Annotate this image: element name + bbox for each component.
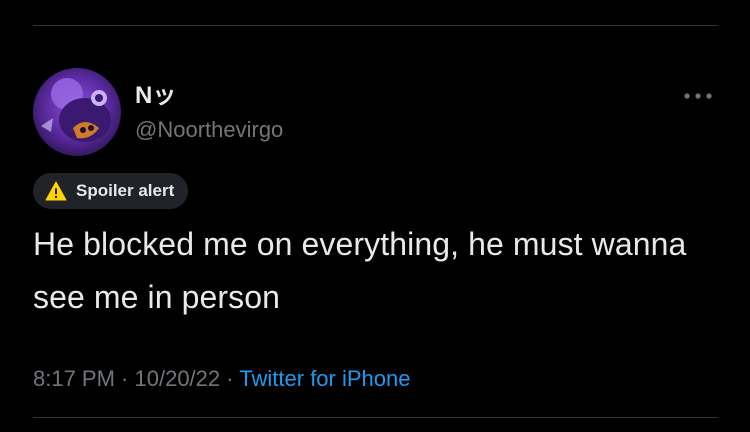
more-options-button[interactable] bbox=[680, 84, 716, 108]
top-divider bbox=[33, 25, 718, 26]
tweet-date[interactable]: 10/20/22 bbox=[135, 366, 221, 391]
tweet-time[interactable]: 8:17 PM bbox=[33, 366, 115, 391]
display-name[interactable]: Nッ bbox=[135, 82, 176, 110]
bottom-divider bbox=[33, 417, 718, 418]
more-horizontal-icon bbox=[684, 93, 712, 99]
spoiler-label: Spoiler alert bbox=[76, 181, 175, 200]
avatar-image bbox=[33, 68, 121, 156]
meta-separator: · bbox=[220, 366, 240, 391]
meta-separator: · bbox=[114, 366, 135, 391]
tweet-text: He blocked me on everything, he must wan… bbox=[33, 226, 687, 315]
warning-triangle-icon bbox=[45, 181, 67, 201]
tweet-source-link[interactable]: Twitter for iPhone bbox=[239, 366, 410, 391]
avatar[interactable] bbox=[33, 68, 121, 156]
user-handle[interactable]: @Noorthevirgo bbox=[135, 116, 283, 144]
tweet-meta: 8:17 PM · 10/20/22 · Twitter for iPhone bbox=[33, 364, 410, 394]
spoiler-badge: Spoiler alert bbox=[33, 173, 189, 209]
